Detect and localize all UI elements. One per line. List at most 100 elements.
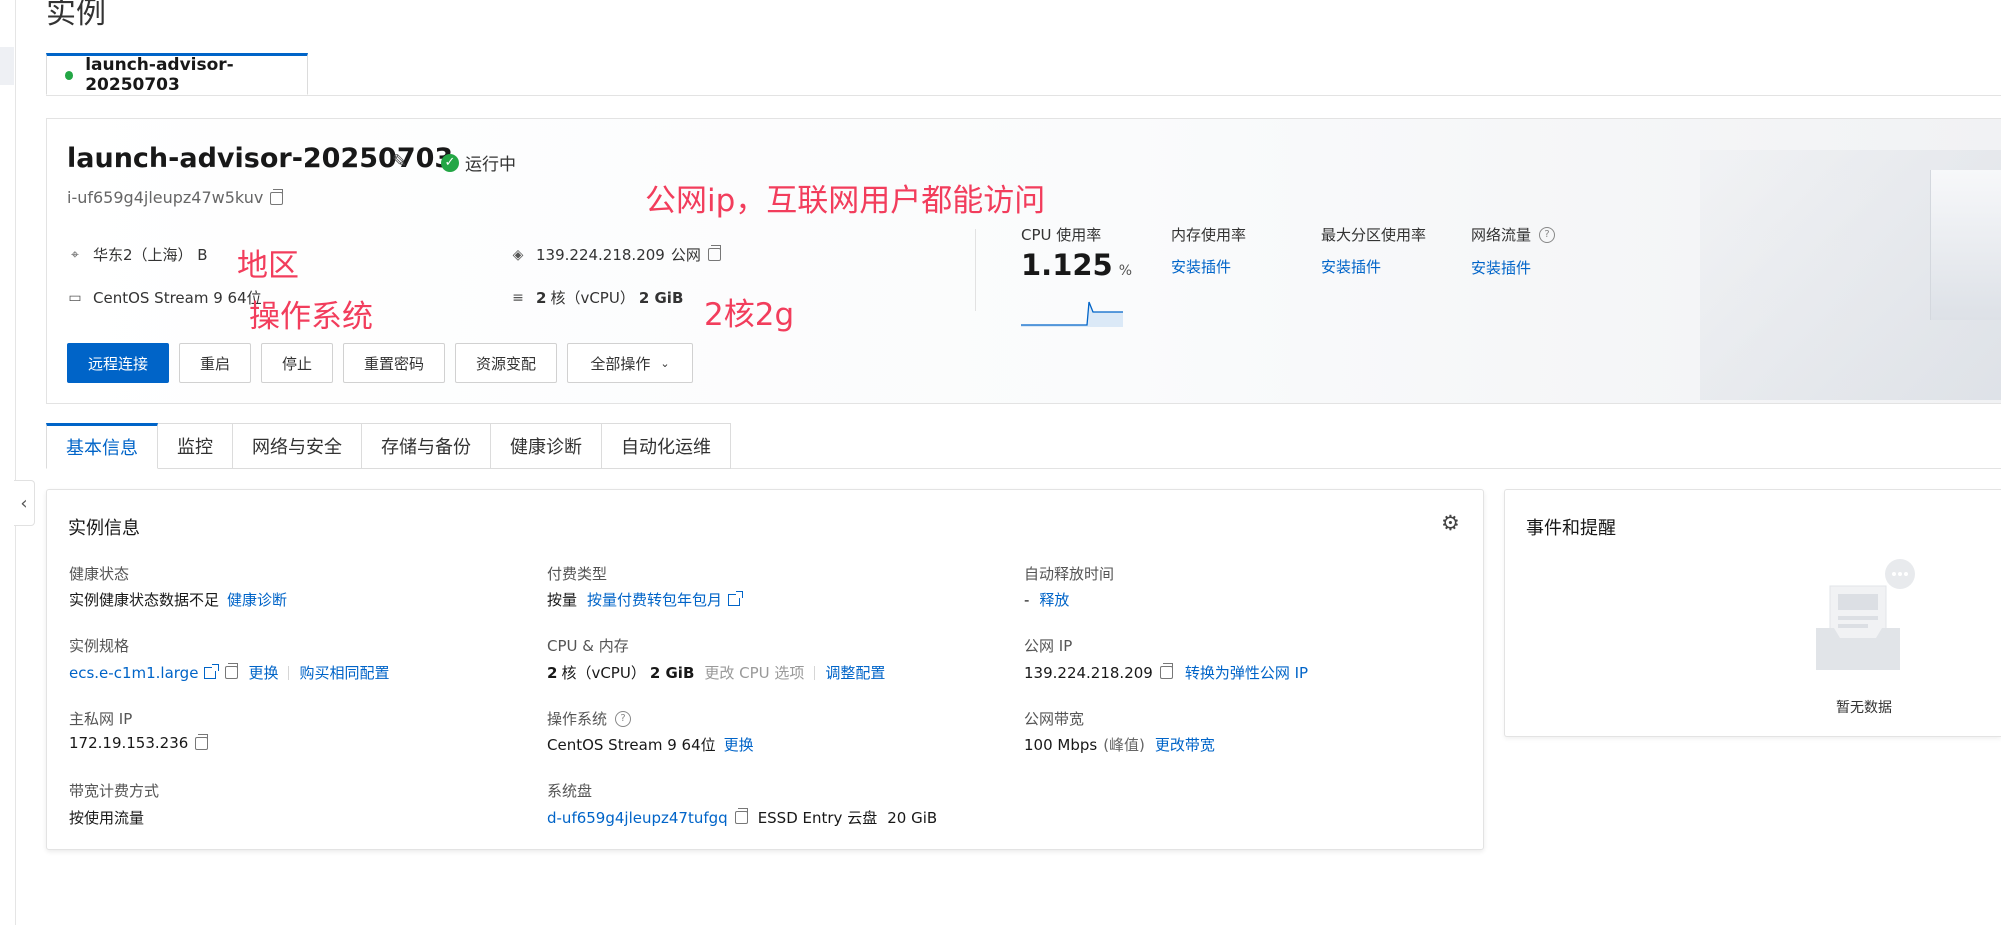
- bandwidth-billing-value: 按使用流量: [69, 809, 145, 827]
- network-install-plugin-link[interactable]: 安装插件: [1471, 257, 1531, 278]
- page-title: 实例: [46, 0, 106, 31]
- os-value: CentOS Stream 9 64位: [93, 289, 262, 307]
- public-ip-text: 139.224.218.209: [1024, 663, 1153, 682]
- spec-change-link[interactable]: 更换: [248, 662, 278, 683]
- memory-install-plugin-link[interactable]: 安装插件: [1171, 256, 1231, 277]
- tab-automation-ops[interactable]: 自动化运维: [602, 423, 731, 469]
- stop-button[interactable]: 停止: [261, 343, 333, 383]
- bandwidth-peak: (峰值): [1103, 736, 1145, 754]
- memory-size: 2 GiB: [649, 663, 695, 682]
- public-ip-suffix: 公网: [670, 246, 701, 264]
- sidebar-active-item[interactable]: [0, 47, 14, 85]
- instance-status: ✓ 运行中: [441, 150, 516, 175]
- private-ip-value: 172.19.153.236: [69, 733, 209, 752]
- help-icon[interactable]: ?: [1539, 226, 1556, 243]
- health-status-label: 健康状态: [69, 565, 130, 583]
- cpu-sparkline: [1021, 301, 1123, 327]
- instance-tab[interactable]: launch-advisor-20250703: [46, 53, 308, 95]
- disk-install-plugin-link[interactable]: 安装插件: [1321, 256, 1381, 277]
- instance-tab-label: launch-advisor-20250703: [85, 55, 234, 95]
- collapse-sidebar-button[interactable]: ‹: [14, 480, 35, 526]
- copy-icon[interactable]: [195, 733, 209, 750]
- disk-usage-label: 最大分区使用率: [1321, 226, 1427, 244]
- tab-basic-info[interactable]: 基本信息: [46, 423, 158, 469]
- cpu-usage-value: 1.125: [1021, 248, 1113, 282]
- convert-subscription-link[interactable]: 按量付费转包年包月: [587, 589, 722, 610]
- annotation-public-ip: 公网ip，互联网用户都能访问: [645, 183, 1046, 219]
- monitor-icon: ▭: [68, 289, 82, 306]
- instance-spec-link[interactable]: ecs.e-c1m1.large: [69, 664, 198, 682]
- detail-tabs: 基本信息 监控 网络与安全 存储与备份 健康诊断 自动化运维: [46, 423, 731, 469]
- cpu-memory-value: 2 核（vCPU） 2 GiB 更改 CPU 选项 调整配置: [547, 662, 885, 683]
- all-actions-dropdown[interactable]: 全部操作 ⌄: [567, 343, 693, 383]
- public-ip-label: 公网 IP: [1024, 637, 1073, 655]
- network-traffic-label-group: 网络流量 ?: [1471, 224, 1556, 245]
- cpu-usage-unit: %: [1118, 263, 1133, 279]
- billing-type-text: 按量: [547, 591, 578, 609]
- external-link-icon[interactable]: [728, 590, 744, 606]
- public-bandwidth-label: 公网带宽: [1024, 710, 1085, 728]
- resize-button[interactable]: 资源变配: [455, 343, 557, 383]
- spec-core-unit: 核（vCPU）: [550, 289, 635, 307]
- reset-password-button[interactable]: 重置密码: [343, 343, 445, 383]
- copy-icon[interactable]: [707, 245, 721, 261]
- separator: [288, 665, 290, 680]
- remote-connect-button[interactable]: 远程连接: [67, 343, 169, 383]
- os-change-link[interactable]: 更换: [724, 734, 754, 755]
- auto-release-label: 自动释放时间: [1024, 565, 1115, 583]
- system-disk-size: 20 GiB: [887, 808, 938, 827]
- annotation-os: 操作系统: [249, 299, 373, 335]
- copy-icon[interactable]: [734, 808, 748, 824]
- copy-icon[interactable]: [1159, 663, 1173, 679]
- os-detail-text: CentOS Stream 9 64位: [547, 736, 716, 754]
- system-disk-type: ESSD Entry 云盘: [757, 809, 878, 827]
- annotation-region: 地区: [237, 248, 299, 284]
- private-ip-label: 主私网 IP: [69, 710, 133, 728]
- memory-usage-label: 内存使用率: [1171, 226, 1247, 244]
- public-ip-row: ◈ 139.224.218.209 公网: [510, 244, 721, 265]
- tab-health-diagnosis[interactable]: 健康诊断: [491, 423, 602, 469]
- ip-target-icon: ◈: [512, 246, 524, 263]
- check-circle-icon: ✓: [441, 153, 459, 172]
- cpu-usage-label: CPU 使用率: [1021, 226, 1102, 244]
- external-link-icon[interactable]: [204, 663, 220, 679]
- cpu-unit: 核（vCPU）: [561, 664, 646, 682]
- edit-icon[interactable]: ✎: [392, 151, 412, 172]
- cpu-usage-value-group: 1.125 %: [1021, 248, 1132, 282]
- bandwidth-billing-label: 带宽计费方式: [69, 782, 160, 800]
- buy-same-config-link[interactable]: 购买相同配置: [299, 662, 389, 683]
- annotation-spec: 2核2g: [704, 297, 795, 333]
- spec-row: ≡ 2 核（vCPU） 2 GiB: [510, 287, 683, 308]
- gear-icon[interactable]: ⚙: [1441, 511, 1460, 535]
- help-icon[interactable]: ?: [615, 710, 632, 727]
- tab-strip-divider: [46, 95, 2001, 96]
- change-cpu-option-link: 更改 CPU 选项: [704, 664, 805, 682]
- decorative-server-illustration: [1930, 170, 2001, 320]
- convert-eip-link[interactable]: 转换为弹性公网 IP: [1185, 662, 1308, 683]
- restart-button[interactable]: 重启: [179, 343, 251, 383]
- public-ip-value: 139.224.218.209: [536, 245, 665, 264]
- bandwidth-text: 100 Mbps: [1024, 735, 1098, 754]
- health-diagnosis-link[interactable]: 健康诊断: [227, 589, 287, 610]
- instance-spec-value: ecs.e-c1m1.large 更换 购买相同配置: [69, 662, 389, 683]
- tab-network-security[interactable]: 网络与安全: [233, 423, 362, 469]
- status-label: 运行中: [465, 155, 516, 175]
- copy-icon[interactable]: [270, 189, 284, 205]
- copy-icon[interactable]: [225, 663, 239, 679]
- spec-mem: 2 GiB: [638, 288, 684, 307]
- chevron-down-icon: ⌄: [660, 356, 670, 370]
- release-link[interactable]: 释放: [1039, 589, 1069, 610]
- health-status-value: 实例健康状态数据不足 健康诊断: [69, 589, 287, 610]
- billing-type-label: 付费类型: [547, 565, 608, 583]
- tab-storage-backup[interactable]: 存储与备份: [362, 423, 491, 469]
- tab-monitoring[interactable]: 监控: [158, 423, 233, 469]
- auto-release-text: -: [1024, 590, 1030, 609]
- public-bandwidth-value: 100 Mbps (峰值) 更改带宽: [1024, 734, 1215, 755]
- os-row: ▭ CentOS Stream 9 64位: [67, 287, 262, 308]
- system-disk-label: 系统盘: [547, 782, 593, 800]
- os-detail-value: CentOS Stream 9 64位 更换: [547, 734, 754, 755]
- adjust-config-link[interactable]: 调整配置: [825, 662, 885, 683]
- system-disk-link[interactable]: d-uf659g4jleupz47tufgq: [547, 809, 728, 827]
- region-value: 华东2（上海） B: [93, 246, 208, 264]
- change-bandwidth-link[interactable]: 更改带宽: [1155, 734, 1215, 755]
